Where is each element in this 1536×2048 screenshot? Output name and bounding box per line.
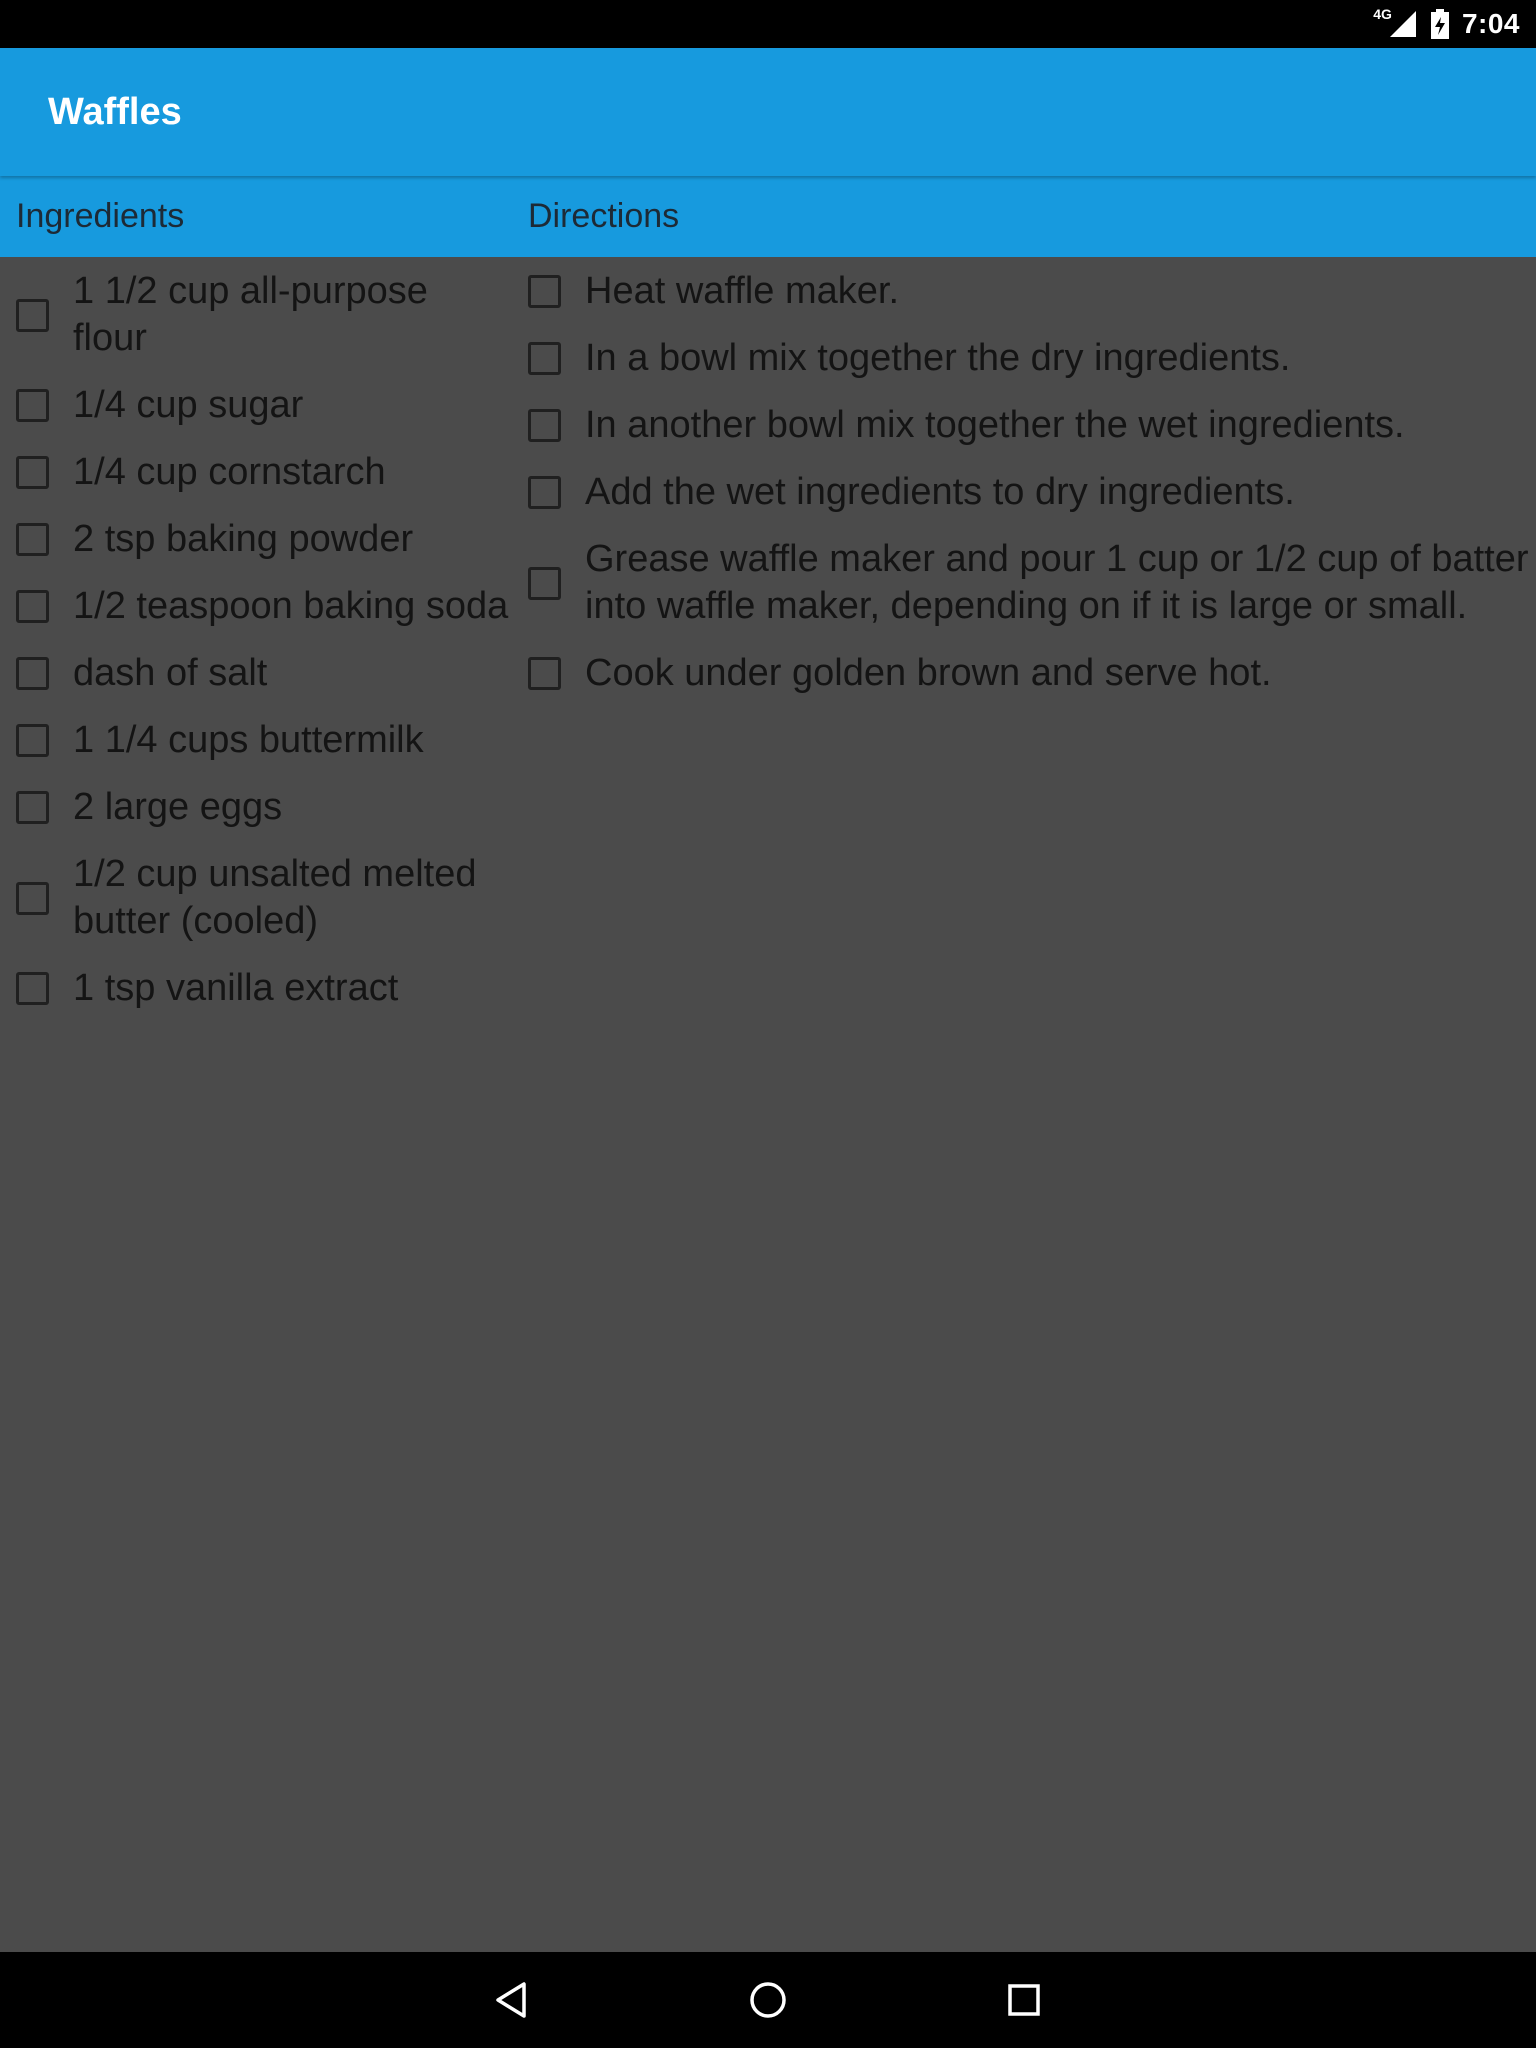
checkbox[interactable] xyxy=(16,298,49,332)
direction-item[interactable]: In a bowl mix together the dry ingredien… xyxy=(512,325,1536,392)
recents-icon xyxy=(1008,1984,1040,2016)
checkbox[interactable] xyxy=(528,409,561,442)
ingredient-text: 1 1/4 cups buttermilk xyxy=(73,719,424,761)
ingredient-item[interactable]: 1 1/4 cups buttermilk xyxy=(0,707,512,774)
battery-icon xyxy=(1430,9,1449,39)
ingredient-text: 1/2 teaspoon baking soda xyxy=(73,585,509,627)
ingredient-item[interactable]: 1/2 teaspoon baking soda xyxy=(0,573,512,640)
ingredient-text: 1/4 cup cornstarch xyxy=(73,451,386,493)
status-bar: 4G 7:04 xyxy=(0,0,1536,48)
checkbox[interactable] xyxy=(16,590,49,623)
ingredients-list: 1 1/2 cup all-purpose flour 1/4 cup suga… xyxy=(0,258,512,1022)
checkbox[interactable] xyxy=(528,476,561,509)
app-bar: Waffles xyxy=(0,48,1536,176)
status-icons: 4G 7:04 xyxy=(1373,0,1520,48)
ingredient-text: 1 1/2 cup all-purpose flour xyxy=(73,270,428,359)
direction-text: Add the wet ingredients to dry ingredien… xyxy=(585,471,1295,513)
ingredient-item[interactable]: 1/4 cup cornstarch xyxy=(0,439,512,506)
checkbox[interactable] xyxy=(16,523,49,556)
page-title: Waffles xyxy=(48,90,182,133)
checkbox[interactable] xyxy=(16,724,49,757)
ingredient-item[interactable]: 1 tsp vanilla extract xyxy=(0,955,512,1022)
checkbox[interactable] xyxy=(528,275,561,308)
clock: 7:04 xyxy=(1461,8,1520,39)
direction-text: In a bowl mix together the dry ingredien… xyxy=(585,337,1291,379)
direction-text: Heat waffle maker. xyxy=(585,270,900,312)
checkbox[interactable] xyxy=(16,657,49,690)
screen: 4G 7:04 Waffles Ingredients Directions 1… xyxy=(0,0,1536,2048)
checkbox[interactable] xyxy=(16,972,49,1005)
ingredient-item[interactable]: 1 1/2 cup all-purpose flour xyxy=(0,258,512,372)
directions-list: Heat waffle maker. In a bowl mix togethe… xyxy=(512,258,1536,707)
direction-item[interactable]: In another bowl mix together the wet ing… xyxy=(512,392,1536,459)
direction-text: Cook under golden brown and serve hot. xyxy=(585,652,1272,694)
home-icon xyxy=(750,1982,786,2018)
column-header: Ingredients Directions xyxy=(0,176,1536,257)
direction-text: In another bowl mix together the wet ing… xyxy=(585,404,1405,446)
ingredient-item[interactable]: 2 tsp baking powder xyxy=(0,506,512,573)
direction-item[interactable]: Add the wet ingredients to dry ingredien… xyxy=(512,459,1536,526)
ingredient-item[interactable]: 2 large eggs xyxy=(0,774,512,841)
checkbox[interactable] xyxy=(528,657,561,690)
home-button[interactable] xyxy=(720,1952,816,2048)
ingredient-text: 2 large eggs xyxy=(73,786,283,828)
ingredient-text: 1/2 cup unsalted melted butter (cooled) xyxy=(73,853,477,942)
ingredient-text: dash of salt xyxy=(73,652,268,694)
ingredients-header: Ingredients xyxy=(16,197,185,235)
checkbox[interactable] xyxy=(528,342,561,375)
ingredient-item[interactable]: dash of salt xyxy=(0,640,512,707)
navigation-bar xyxy=(0,1952,1536,2048)
back-button[interactable] xyxy=(464,1952,560,2048)
ingredient-item[interactable]: 1/2 cup unsalted melted butter (cooled) xyxy=(0,841,512,955)
signal-icon xyxy=(1389,11,1416,37)
direction-item[interactable]: Grease waffle maker and pour 1 cup or 1/… xyxy=(512,526,1536,640)
ingredient-text: 1 tsp vanilla extract xyxy=(73,967,399,1009)
recents-button[interactable] xyxy=(976,1952,1072,2048)
checkbox[interactable] xyxy=(528,566,561,600)
ingredient-item[interactable]: 1/4 cup sugar xyxy=(0,372,512,439)
checkbox[interactable] xyxy=(16,881,49,915)
network-type-label: 4G xyxy=(1373,6,1392,22)
direction-item[interactable]: Cook under golden brown and serve hot. xyxy=(512,640,1536,707)
directions-header: Directions xyxy=(528,197,680,235)
checkbox[interactable] xyxy=(16,791,49,824)
back-icon xyxy=(496,1982,526,2018)
checkbox[interactable] xyxy=(16,456,49,489)
ingredient-text: 1/4 cup sugar xyxy=(73,384,304,426)
checkbox[interactable] xyxy=(16,389,49,422)
direction-item[interactable]: Heat waffle maker. xyxy=(512,258,1536,325)
direction-text: Grease waffle maker and pour 1 cup or 1/… xyxy=(585,538,1529,627)
ingredient-text: 2 tsp baking powder xyxy=(73,518,414,560)
